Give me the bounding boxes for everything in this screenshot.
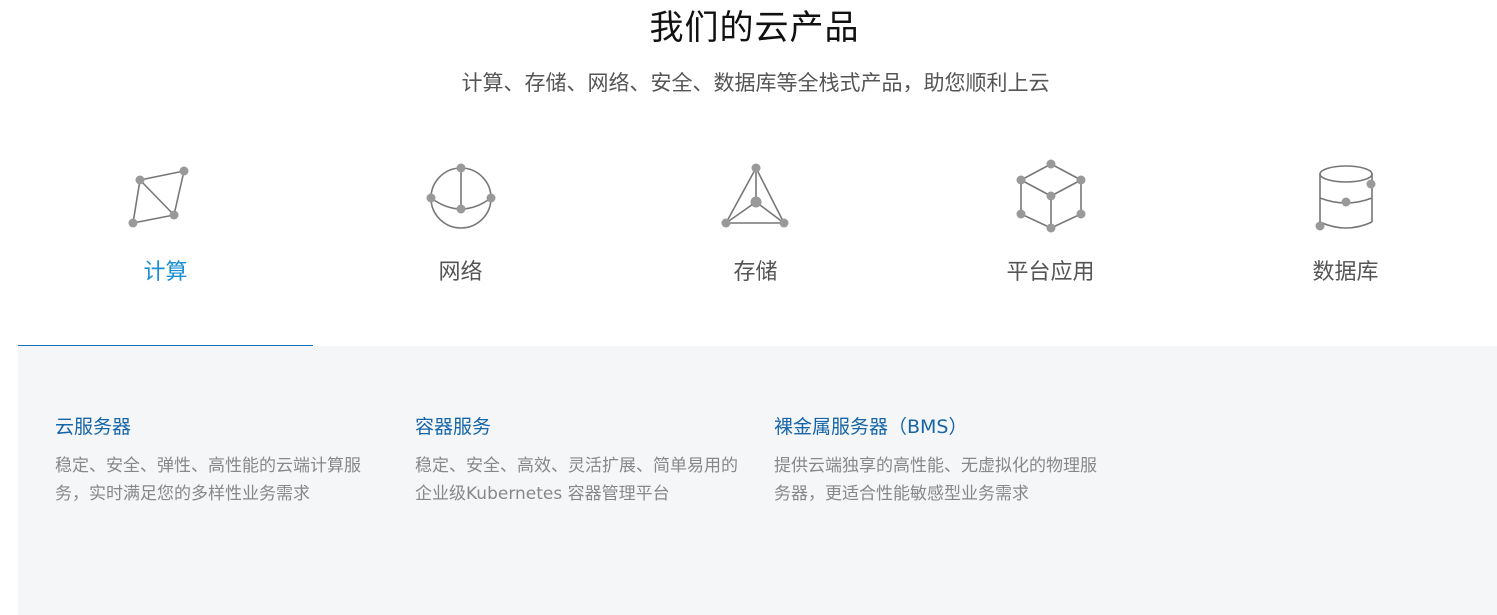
product-category-tabs: 计算 网络 存储 平台应用 数据库	[18, 148, 1493, 348]
product-title-link[interactable]: 云服务器	[55, 412, 385, 442]
tab-network[interactable]: 网络	[313, 148, 608, 348]
tab-database[interactable]: 数据库	[1198, 148, 1493, 348]
network-icon	[426, 163, 496, 229]
tab-label: 计算	[143, 260, 188, 285]
section-subtitle: 计算、存储、网络、安全、数据库等全栈式产品，助您顺利上云	[461, 71, 1050, 95]
product-list-panel: 云服务器 稳定、安全、弹性、高性能的云端计算服务，实时满足您的多样性业务需求 容…	[18, 346, 1497, 615]
section-title: 我们的云产品	[649, 8, 860, 48]
tab-label: 平台应用	[1006, 260, 1095, 285]
tab-label: 网络	[438, 260, 483, 285]
product-card-bare-metal: 裸金属服务器（BMS） 提供云端独享的高性能、无虚拟化的物理服务器，更适合性能敏…	[774, 412, 1104, 508]
database-icon	[1315, 165, 1376, 231]
product-title-link[interactable]: 容器服务	[415, 412, 745, 442]
product-description: 提供云端独享的高性能、无虚拟化的物理服务器，更适合性能敏感型业务需求	[774, 456, 1097, 504]
tab-compute[interactable]: 计算	[18, 148, 313, 348]
platform-icon	[1016, 159, 1086, 233]
tab-platform[interactable]: 平台应用	[903, 148, 1198, 348]
product-description: 稳定、安全、弹性、高性能的云端计算服务，实时满足您的多样性业务需求	[55, 456, 361, 504]
product-card-container-service: 容器服务 稳定、安全、高效、灵活扩展、简单易用的企业级Kubernetes 容器…	[415, 412, 745, 508]
compute-icon	[128, 166, 189, 228]
product-card-cloud-server: 云服务器 稳定、安全、弹性、高性能的云端计算服务，实时满足您的多样性业务需求	[55, 412, 385, 508]
product-title-link[interactable]: 裸金属服务器（BMS）	[774, 412, 1104, 442]
storage-icon	[721, 163, 789, 228]
product-description: 稳定、安全、高效、灵活扩展、简单易用的企业级Kubernetes 容器管理平台	[415, 456, 738, 504]
tab-label: 数据库	[1312, 260, 1379, 285]
tab-label: 存储	[733, 260, 778, 285]
tab-storage[interactable]: 存储	[608, 148, 903, 348]
products-section: 我们的云产品 计算、存储、网络、安全、数据库等全栈式产品，助您顺利上云 计算 网…	[0, 0, 1497, 615]
